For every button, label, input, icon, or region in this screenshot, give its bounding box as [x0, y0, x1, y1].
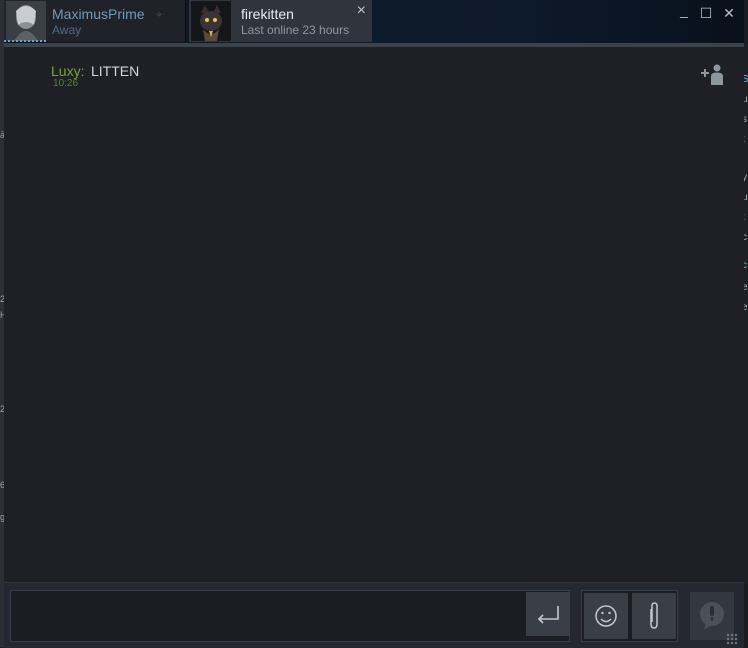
attach-file-button[interactable] — [632, 593, 676, 639]
chat-tab-firekitten[interactable]: firekitten Last online 23 hours ago × — [189, 0, 372, 42]
close-tab-icon[interactable]: × — [357, 2, 366, 20]
add-friend-to-chat-icon[interactable] — [700, 63, 726, 85]
emoticon-button[interactable] — [584, 593, 628, 639]
chat-window-titlebar[interactable]: MaximusPrime ⌖ Away firekitten Last onli… — [4, 0, 744, 44]
chat-history[interactable]: Luxy: LITTEN 10:26 — [4, 47, 744, 582]
tab-friend-name: MaximusPrime — [52, 6, 145, 22]
maximize-button[interactable]: ☐ — [696, 5, 716, 21]
message-text: LITTEN — [91, 63, 140, 79]
message-timestamp: 10:26 — [53, 78, 79, 89]
send-button[interactable] — [526, 592, 570, 636]
chat-tools — [581, 590, 678, 642]
resize-grip-icon[interactable] — [726, 633, 738, 645]
avatar — [6, 1, 46, 41]
window-close-button[interactable]: ✕ — [719, 5, 739, 21]
tab-friend-name: firekitten — [241, 6, 294, 22]
paperclip-icon — [650, 602, 658, 629]
message-sender[interactable]: Luxy: — [51, 63, 84, 79]
chat-tab-maximusprime[interactable]: MaximusPrime ⌖ Away — [4, 0, 186, 42]
tab-friend-status: Away — [52, 23, 82, 37]
unread-indicator — [4, 40, 48, 42]
avatar — [191, 1, 231, 41]
minimize-button[interactable]: _ — [674, 2, 694, 18]
smiley-icon — [595, 605, 617, 627]
tab-friend-status: Last online 23 hours ago — [241, 23, 351, 37]
enter-icon — [537, 606, 559, 624]
controller-icon: ⌖ — [156, 9, 163, 21]
message-input[interactable] — [10, 590, 570, 642]
chat-input-bar — [4, 582, 744, 648]
